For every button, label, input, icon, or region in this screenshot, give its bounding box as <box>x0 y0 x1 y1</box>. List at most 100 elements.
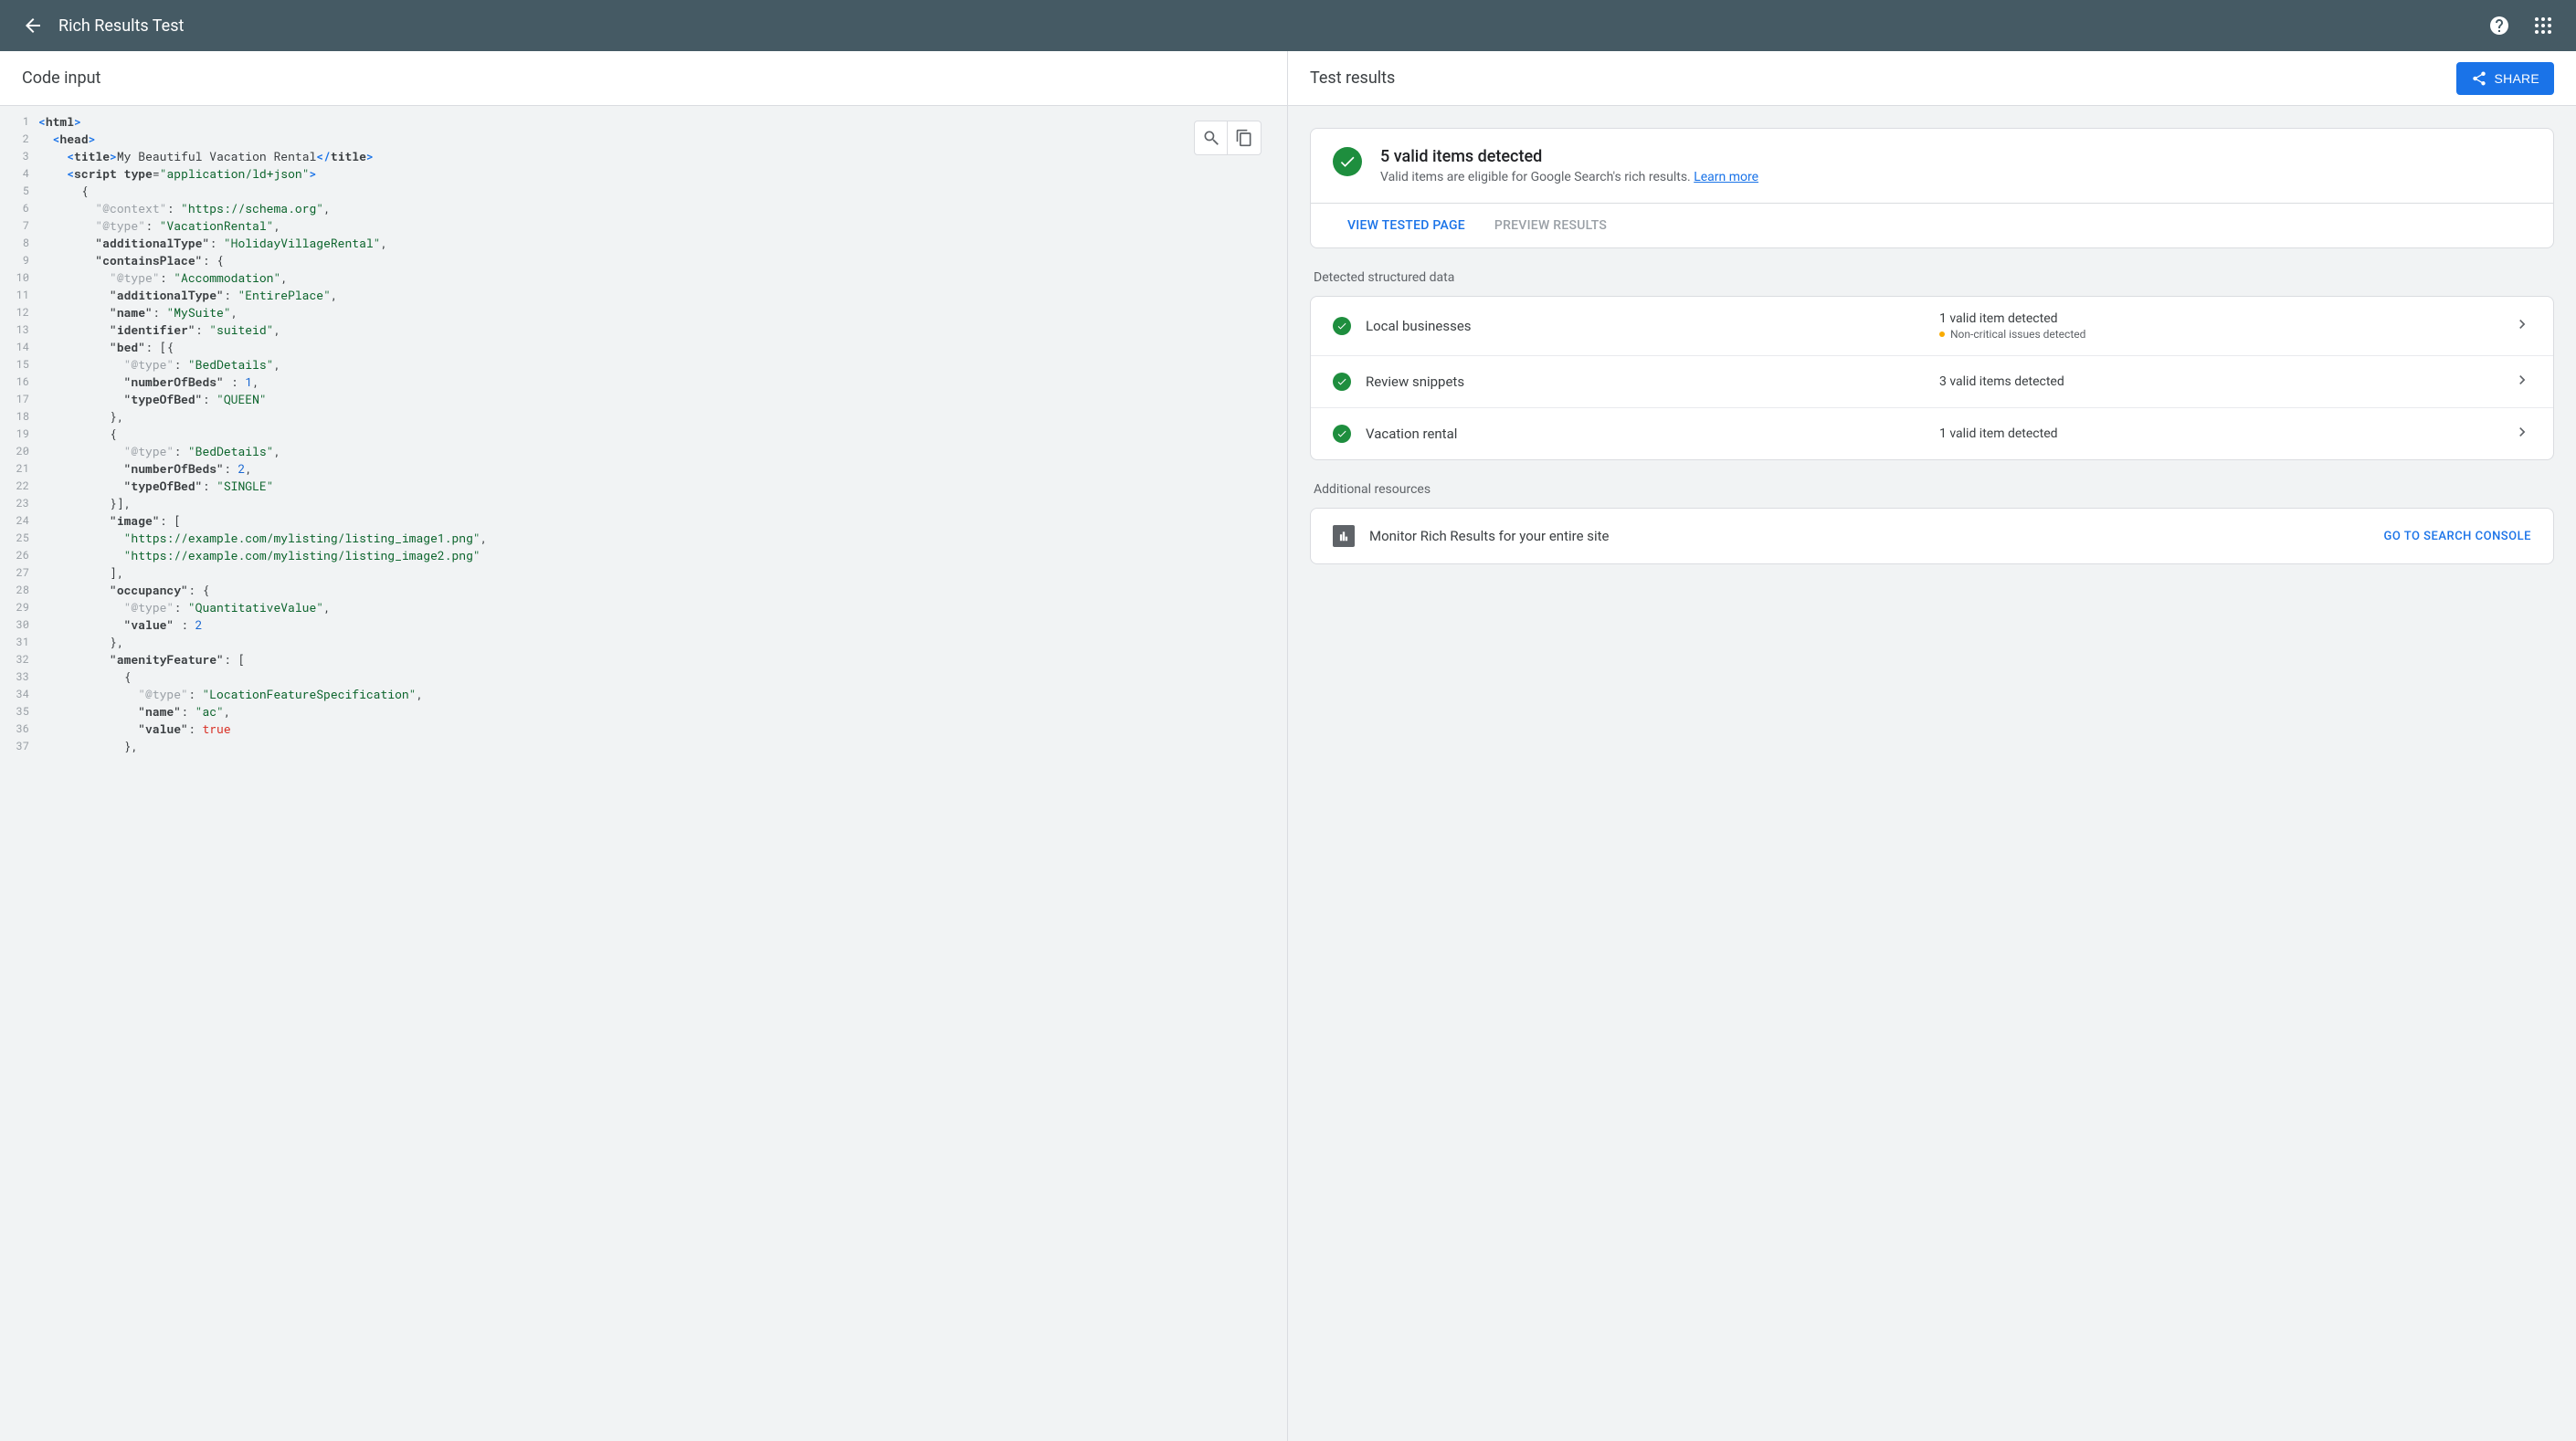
code-line: 13 "identifier": "suiteid", <box>0 321 1287 339</box>
resource-card: Monitor Rich Results for your entire sit… <box>1310 508 2554 564</box>
line-content: "amenityFeature": [ <box>38 651 245 668</box>
line-number: 17 <box>0 391 38 408</box>
line-content: { <box>38 668 131 686</box>
line-number: 5 <box>0 183 38 200</box>
line-number: 14 <box>0 339 38 356</box>
line-number: 30 <box>0 616 38 634</box>
line-number: 15 <box>0 356 38 373</box>
line-number: 34 <box>0 686 38 703</box>
line-content: <script type="application/ld+json"> <box>38 165 316 183</box>
code-line: 36 "value": true <box>0 720 1287 738</box>
line-content: }], <box>38 495 131 512</box>
share-button[interactable]: SHARE <box>2456 62 2554 95</box>
code-line: 7 "@type": "VacationRental", <box>0 217 1287 235</box>
go-to-search-console-link[interactable]: GO TO SEARCH CONSOLE <box>2384 530 2532 543</box>
app-title: Rich Results Test <box>58 16 2481 36</box>
search-code-button[interactable] <box>1195 121 1228 154</box>
result-tabs: VIEW TESTED PAGE PREVIEW RESULTS <box>1311 203 2553 247</box>
line-number: 7 <box>0 217 38 235</box>
line-number: 9 <box>0 252 38 269</box>
detected-status: 1 valid item detectedNon-critical issues… <box>1939 311 2513 341</box>
line-content: "additionalType": "EntirePlace", <box>38 287 338 304</box>
share-icon <box>2471 70 2487 87</box>
check-icon <box>1338 153 1357 171</box>
line-number: 18 <box>0 408 38 426</box>
line-content: "value": true <box>38 720 231 738</box>
line-number: 31 <box>0 634 38 651</box>
apps-button[interactable] <box>2525 7 2561 44</box>
code-line: 29 "@type": "QuantitativeValue", <box>0 599 1287 616</box>
code-line: 30 "value" : 2 <box>0 616 1287 634</box>
line-content: "@context": "https://schema.org", <box>38 200 331 217</box>
detected-row[interactable]: Vacation rental1 valid item detected <box>1311 407 2553 459</box>
additional-section-label: Additional resources <box>1310 475 2554 508</box>
line-content: <title>My Beautiful Vacation Rental</tit… <box>38 148 374 165</box>
code-line: 35 "name": "ac", <box>0 703 1287 720</box>
line-content: "numberOfBeds" : 1, <box>38 373 259 391</box>
line-content: }, <box>38 738 138 755</box>
code-line: 27 ], <box>0 564 1287 582</box>
code-line: 19 { <box>0 426 1287 443</box>
code-line: 21 "numberOfBeds": 2, <box>0 460 1287 478</box>
code-line: 11 "additionalType": "EntirePlace", <box>0 287 1287 304</box>
line-number: 28 <box>0 582 38 599</box>
line-number: 21 <box>0 460 38 478</box>
line-number: 4 <box>0 165 38 183</box>
line-number: 2 <box>0 131 38 148</box>
line-content: "identifier": "suiteid", <box>38 321 280 339</box>
line-number: 27 <box>0 564 38 582</box>
code-line: 20 "@type": "BedDetails", <box>0 443 1287 460</box>
line-number: 11 <box>0 287 38 304</box>
summary-card: 5 valid items detected Valid items are e… <box>1310 128 2554 248</box>
share-button-label: SHARE <box>2495 71 2539 86</box>
help-button[interactable] <box>2481 7 2518 44</box>
detected-status: 3 valid items detected <box>1939 374 2513 389</box>
line-number: 13 <box>0 321 38 339</box>
code-line: 8 "additionalType": "HolidayVillageRenta… <box>0 235 1287 252</box>
line-content: "additionalType": "HolidayVillageRental"… <box>38 235 387 252</box>
line-number: 19 <box>0 426 38 443</box>
line-content: "name": "ac", <box>38 703 231 720</box>
code-editor[interactable]: 1<html>2 <head>3 <title>My Beautiful Vac… <box>0 106 1287 1441</box>
code-line: 31 }, <box>0 634 1287 651</box>
line-number: 8 <box>0 235 38 252</box>
line-number: 25 <box>0 530 38 547</box>
copy-code-button[interactable] <box>1228 121 1261 154</box>
check-icon <box>1333 425 1351 443</box>
apps-grid-icon <box>2532 15 2554 37</box>
chevron-right-icon <box>2513 423 2531 445</box>
line-content: <head> <box>38 131 95 148</box>
code-line: 16 "numberOfBeds" : 1, <box>0 373 1287 391</box>
code-line: 28 "occupancy": { <box>0 582 1287 599</box>
line-number: 29 <box>0 599 38 616</box>
code-line: 15 "@type": "BedDetails", <box>0 356 1287 373</box>
line-number: 10 <box>0 269 38 287</box>
code-panel: Code input 1<html>2 <head>3 <title>My Be… <box>0 51 1288 1441</box>
code-line: 26 "https://example.com/mylisting/listin… <box>0 547 1287 564</box>
learn-more-link[interactable]: Learn more <box>1694 170 1758 184</box>
detected-row[interactable]: Local businesses1 valid item detectedNon… <box>1311 297 2553 355</box>
summary-title: 5 valid items detected <box>1380 147 1758 166</box>
search-icon <box>1202 129 1220 147</box>
code-line: 2 <head> <box>0 131 1287 148</box>
line-content: "image": [ <box>38 512 181 530</box>
code-panel-title: Code input <box>22 68 100 88</box>
detected-row[interactable]: Review snippets3 valid items detected <box>1311 355 2553 407</box>
code-line: 18 }, <box>0 408 1287 426</box>
back-button[interactable] <box>15 7 51 44</box>
chevron-right-icon <box>2513 371 2531 393</box>
success-badge <box>1333 147 1362 176</box>
code-line: 3 <title>My Beautiful Vacation Rental</t… <box>0 148 1287 165</box>
check-icon <box>1333 317 1351 335</box>
results-panel-title: Test results <box>1310 68 1395 88</box>
results-content[interactable]: 5 valid items detected Valid items are e… <box>1288 106 2576 1441</box>
analytics-icon <box>1333 525 1355 547</box>
chevron-right-icon <box>2513 315 2531 337</box>
tab-view-tested-page[interactable]: VIEW TESTED PAGE <box>1333 204 1480 247</box>
code-line: 10 "@type": "Accommodation", <box>0 269 1287 287</box>
app-header: Rich Results Test <box>0 0 2576 51</box>
line-number: 16 <box>0 373 38 391</box>
line-number: 12 <box>0 304 38 321</box>
code-line: 33 { <box>0 668 1287 686</box>
line-number: 26 <box>0 547 38 564</box>
